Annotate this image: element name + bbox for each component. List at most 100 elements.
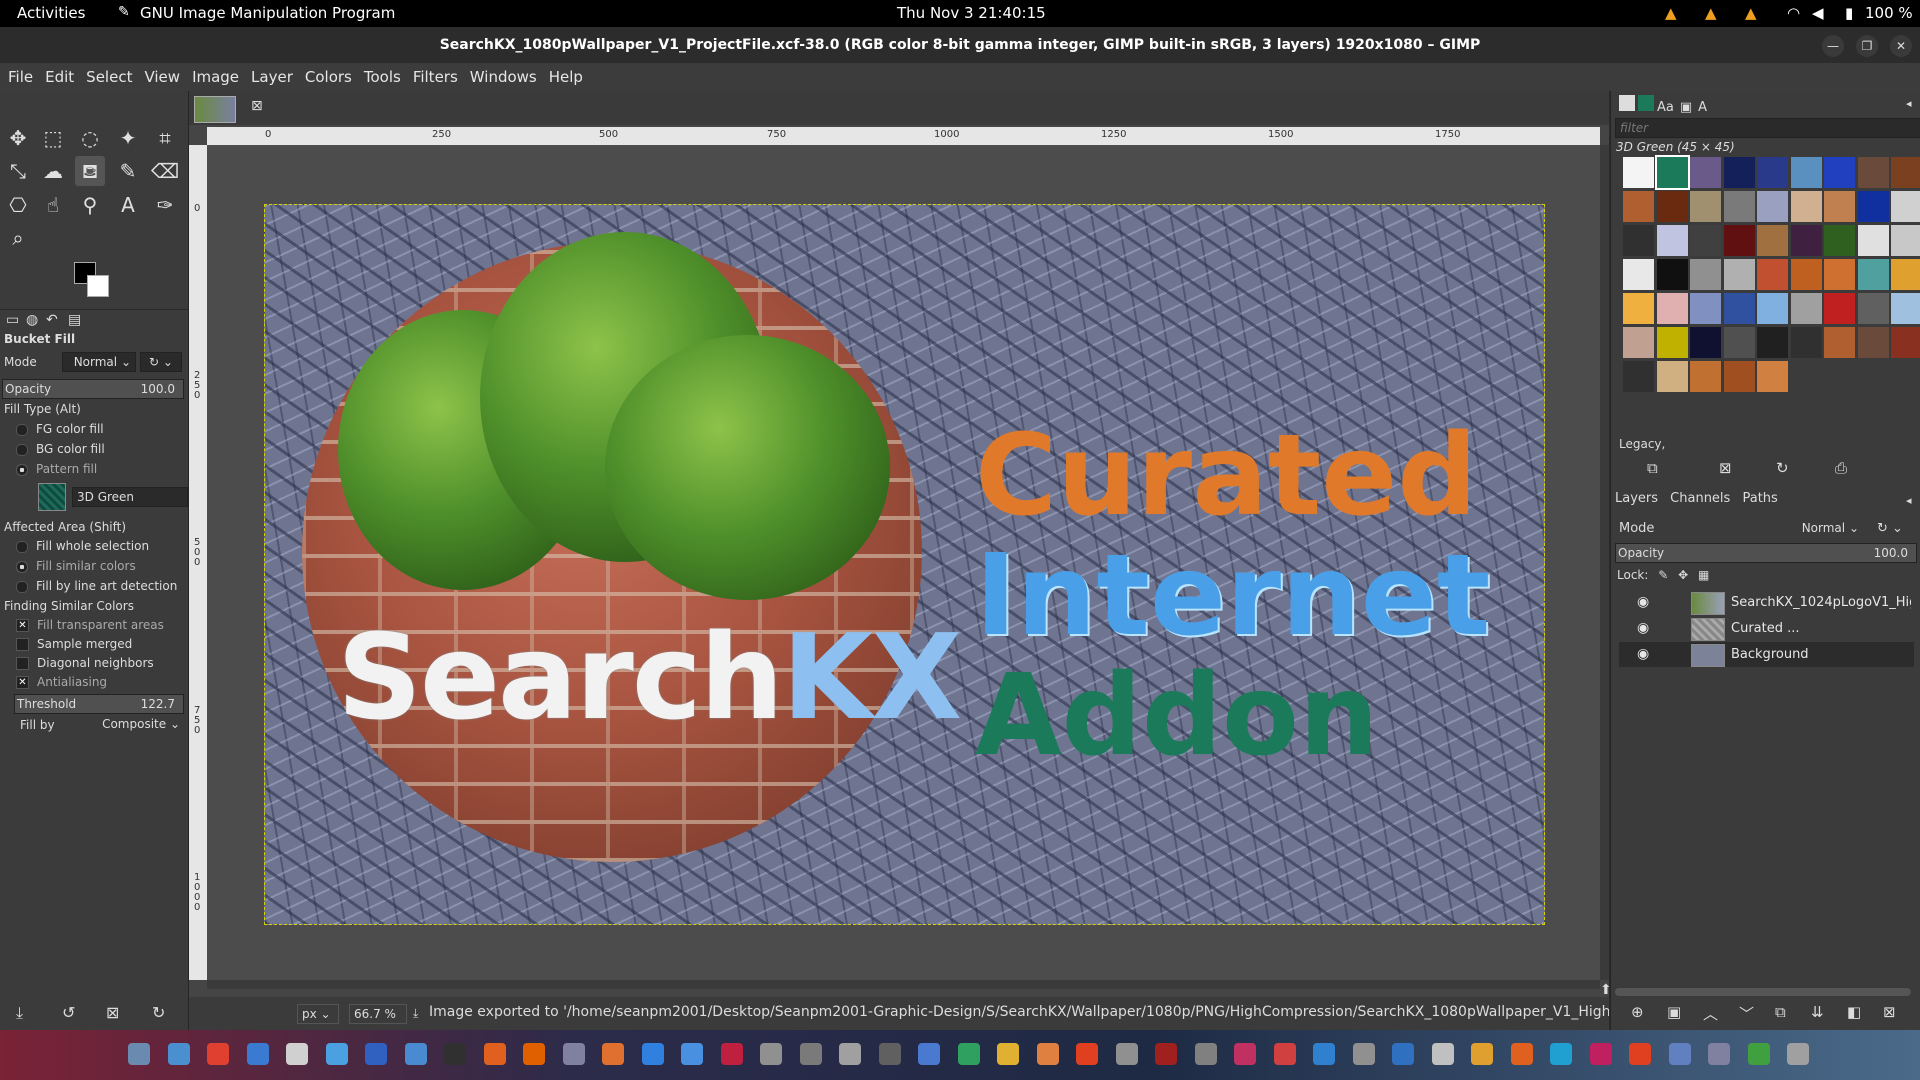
restore-options-icon[interactable]: ↺ — [62, 1003, 75, 1022]
pattern-swatch[interactable] — [1623, 259, 1654, 290]
raise-layer-icon[interactable]: ︿ — [1703, 1003, 1718, 1024]
pattern-swatch[interactable] — [1891, 293, 1920, 324]
layer-row[interactable]: ◉ Curated ... — [1619, 616, 1914, 641]
delete-pattern-icon[interactable]: ⊠ — [1719, 459, 1732, 477]
images-tab-icon[interactable]: ▤ — [68, 312, 81, 328]
duplicate-pattern-icon[interactable]: ⧉ — [1647, 459, 1658, 477]
move-tool-icon[interactable]: ✥ — [3, 123, 33, 153]
open-pattern-icon[interactable]: ⎙ — [1835, 459, 1847, 477]
pattern-swatch[interactable] — [1623, 327, 1654, 358]
taskbar-app-icon[interactable] — [325, 1043, 348, 1065]
pattern-swatch[interactable] — [1790, 191, 1822, 222]
pattern-swatch[interactable] — [1891, 157, 1920, 188]
taskbar-app-icon[interactable] — [681, 1043, 703, 1065]
mode-select[interactable]: Normal ⌄ — [62, 352, 136, 372]
menu-layer[interactable]: Layer — [245, 63, 299, 91]
pattern-swatch[interactable] — [1790, 225, 1822, 256]
taskbar-app-icon[interactable] — [444, 1043, 466, 1065]
eraser-tool-icon[interactable]: ⌫ — [150, 156, 180, 186]
taskbar-app-icon[interactable] — [1747, 1043, 1770, 1065]
taskbar-app-icon[interactable] — [1234, 1043, 1256, 1065]
pattern-swatch[interactable] — [1690, 191, 1721, 222]
pattern-swatch[interactable] — [1891, 191, 1920, 222]
pattern-swatch[interactable] — [1656, 191, 1688, 222]
tab-paths[interactable]: Paths — [1742, 491, 1777, 506]
taskbar-app-icon[interactable] — [1036, 1043, 1059, 1065]
pattern-swatch[interactable] — [1857, 157, 1889, 188]
taskbar-app-icon[interactable] — [167, 1043, 190, 1065]
sample-merged-checkbox[interactable]: Sample merged — [16, 637, 132, 651]
pattern-swatch[interactable] — [1891, 327, 1920, 358]
pattern-swatch[interactable] — [1656, 361, 1688, 392]
taskbar-app-icon[interactable] — [918, 1043, 940, 1065]
vertical-scrollbar[interactable] — [1600, 145, 1609, 980]
pattern-swatch[interactable] — [1623, 293, 1654, 324]
warp-tool-icon[interactable]: ☁ — [38, 156, 68, 186]
taskbar-app-icon[interactable] — [483, 1043, 506, 1065]
pattern-swatch[interactable] — [1857, 259, 1889, 290]
pattern-name-field[interactable]: 3D Green — [72, 487, 188, 507]
pattern-swatch[interactable] — [1757, 225, 1788, 256]
pattern-swatch[interactable] — [1790, 327, 1822, 358]
layer-name[interactable]: Background — [1731, 642, 1809, 667]
taskbar-app-icon[interactable] — [799, 1043, 822, 1065]
visibility-eye-icon[interactable]: ◉ — [1637, 616, 1649, 641]
activities-button[interactable]: Activities — [17, 4, 85, 22]
pattern-swatch[interactable] — [1623, 157, 1654, 188]
mode-reset-button[interactable]: ↻ ⌄ — [140, 352, 182, 372]
pattern-swatch[interactable] — [1723, 327, 1755, 358]
menu-file[interactable]: File — [2, 63, 39, 91]
taskbar-app-icon[interactable] — [286, 1043, 308, 1065]
taskbar-app-icon[interactable] — [1313, 1043, 1335, 1065]
taskbar-app-icon[interactable] — [957, 1043, 980, 1065]
menu-colors[interactable]: Colors — [299, 63, 358, 91]
vlc-tray-icon[interactable]: ▲ — [1745, 4, 1757, 22]
pattern-swatch[interactable] — [1790, 293, 1822, 324]
pattern-swatch[interactable] — [1623, 191, 1654, 222]
pattern-swatch[interactable] — [38, 483, 66, 511]
layer-row[interactable]: ◉ SearchKX_1024pLogoV1_HighC — [1619, 590, 1914, 615]
taskbar-app-icon[interactable] — [365, 1043, 387, 1065]
pattern-swatch[interactable] — [1857, 293, 1889, 324]
brushes-tab-icon[interactable] — [1619, 95, 1635, 111]
vlc-tray-icon[interactable]: ▲ — [1705, 4, 1717, 22]
pattern-swatch[interactable] — [1723, 361, 1755, 392]
delete-options-icon[interactable]: ⊠ — [106, 1003, 119, 1022]
paintbrush-tool-icon[interactable]: ✎ — [113, 156, 143, 186]
battery-icon[interactable]: ▮ — [1845, 4, 1853, 22]
pattern-swatch[interactable] — [1857, 191, 1889, 222]
taskbar-app-icon[interactable] — [1115, 1043, 1138, 1065]
taskbar-app-icon[interactable] — [1155, 1043, 1177, 1065]
layers-opacity-slider[interactable]: Opacity 100.0 — [1615, 543, 1917, 563]
menu-tools[interactable]: Tools — [358, 63, 407, 91]
undo-history-tab-icon[interactable]: ↶ — [46, 312, 58, 328]
pattern-swatch[interactable] — [1857, 327, 1889, 358]
pattern-fill-radio[interactable]: Pattern fill — [16, 462, 97, 476]
pattern-swatch[interactable] — [1690, 327, 1721, 358]
horizontal-scrollbar[interactable] — [207, 980, 1600, 989]
fonts-tab-icon[interactable]: Aa — [1657, 100, 1674, 115]
taskbar-app-icon[interactable] — [1076, 1043, 1098, 1065]
crop-tool-icon[interactable]: ⌗ — [150, 123, 180, 153]
pattern-swatch[interactable] — [1723, 157, 1755, 188]
menu-edit[interactable]: Edit — [39, 63, 80, 91]
maximize-icon[interactable]: ❐ — [1856, 35, 1878, 57]
taskbar-app-icon[interactable] — [720, 1043, 743, 1065]
layer-mask-icon[interactable]: ◧ — [1847, 1003, 1861, 1021]
pattern-swatch[interactable] — [1723, 191, 1755, 222]
duplicate-layer-icon[interactable]: ⧉ — [1775, 1003, 1786, 1021]
image-tab-thumbnail[interactable] — [194, 96, 236, 123]
zoom-select[interactable]: 66.7 % — [349, 1004, 407, 1024]
wifi-icon[interactable]: ◠ — [1787, 4, 1800, 22]
menu-select[interactable]: Select — [80, 63, 138, 91]
fg-color-fill-radio[interactable]: FG color fill — [16, 422, 104, 436]
text-tab-icon[interactable]: A — [1698, 100, 1707, 115]
volume-icon[interactable]: ◀ — [1812, 4, 1824, 22]
pattern-swatch[interactable] — [1656, 225, 1688, 256]
taskbar-app-icon[interactable] — [1668, 1043, 1691, 1065]
pattern-swatch[interactable] — [1623, 361, 1654, 392]
fill-transparent-checkbox[interactable]: ✕ Fill transparent areas — [16, 618, 164, 632]
pattern-swatch[interactable] — [1757, 157, 1788, 188]
pattern-swatch[interactable] — [1824, 293, 1855, 324]
menu-windows[interactable]: Windows — [464, 63, 543, 91]
